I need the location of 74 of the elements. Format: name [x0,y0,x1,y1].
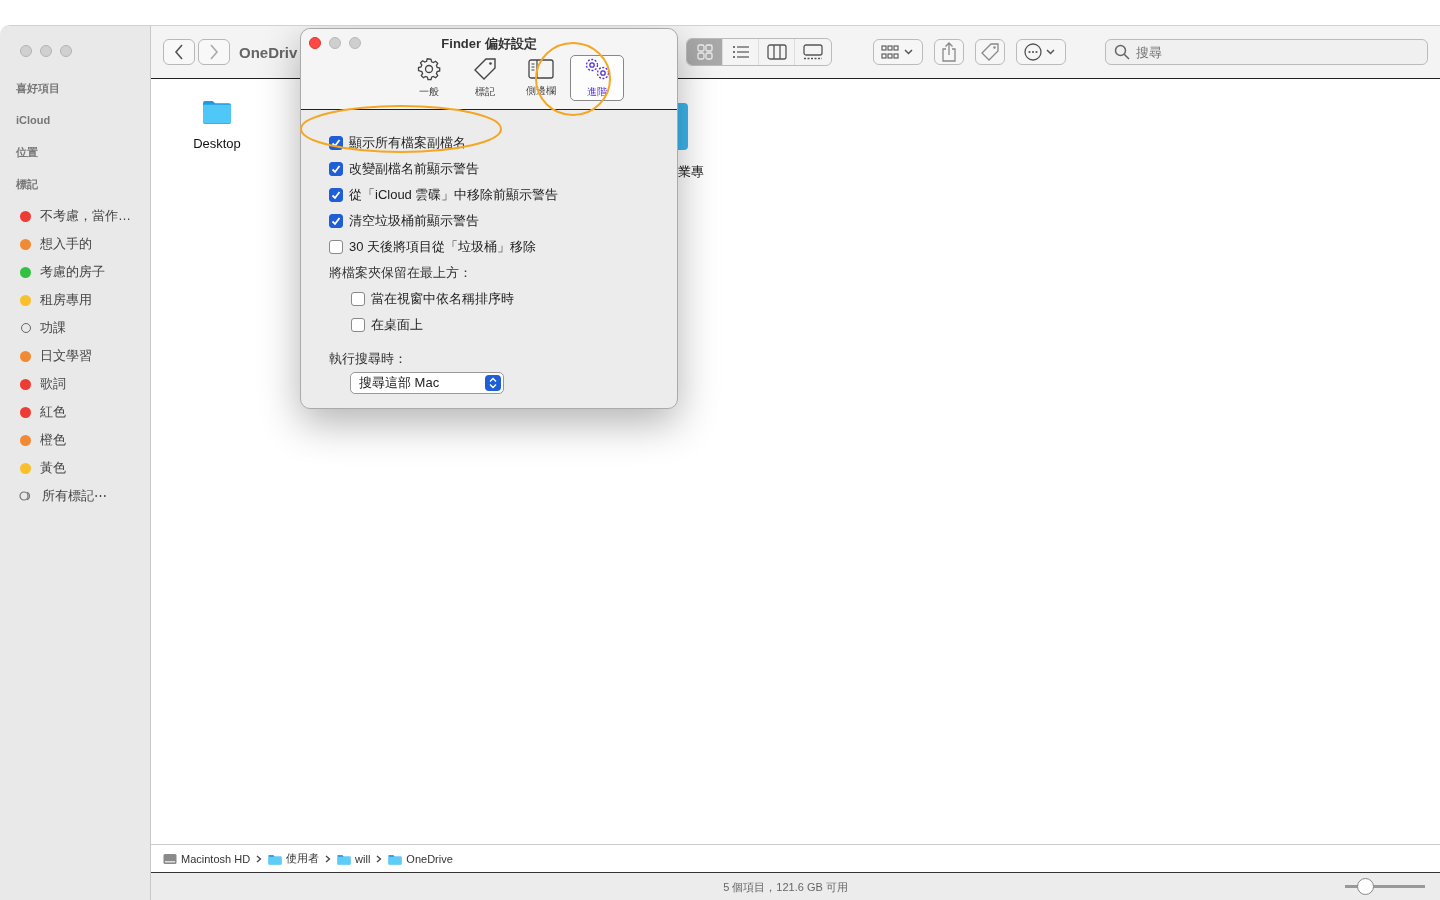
share-button[interactable] [934,39,965,65]
sidebar-heading: 位置 [16,145,39,160]
minimize-button[interactable] [329,37,341,49]
sidebar-item[interactable]: 租房專用 [16,286,150,314]
checkbox[interactable] [329,162,343,176]
chevron-icon [325,854,332,863]
option-label: 在桌面上 [371,316,423,334]
search-field[interactable]: 搜尋 [1105,39,1428,65]
gear-icon [417,57,441,81]
sidebar-item[interactable]: 所有標記⋯ [16,482,150,510]
preference-tab[interactable]: 進階 [570,55,624,101]
share-icon [941,42,958,62]
checkbox[interactable] [329,188,343,202]
checkbox[interactable] [329,240,343,254]
folder-icon [337,852,352,865]
sidebar-item[interactable]: 日文學習 [16,342,150,370]
path-item[interactable]: 使用者 [268,851,320,866]
path-item[interactable]: OneDrive [388,852,453,865]
sidebar-item[interactable]: 紅色 [16,398,150,426]
dialog-title: Finder 偏好設定 [441,35,537,53]
file-name[interactable]: 業專 [678,163,704,181]
sidebar-heading: 標記 [16,177,39,192]
folder-icon [268,852,283,865]
view-mode-button[interactable] [687,39,724,65]
path-item[interactable]: will [337,852,371,865]
grid-icon [696,44,713,60]
sidebar-item[interactable]: 想入手的 [16,230,150,258]
checkbox[interactable] [351,318,365,332]
chevron-left-icon [174,44,184,60]
preference-tab[interactable]: 一般 [402,55,456,101]
group-icon [881,44,916,60]
more-button[interactable] [1016,39,1067,65]
preference-tab[interactable]: 標記 [458,55,512,101]
checkbox[interactable] [351,292,365,306]
chevron-icon [376,854,383,863]
path-item[interactable]: Macintosh HD [163,852,251,865]
close-button[interactable] [309,37,321,49]
sidebar-icon [528,58,554,80]
list-icon [731,45,750,59]
option-label: 從「iCloud 雲碟」中移除前顯示警告 [349,186,559,204]
option-label: 清空垃圾桶前顯示警告 [349,212,479,230]
tag-icon [980,42,1001,62]
file-name[interactable]: Desktop [193,136,241,151]
section-label: 將檔案夾保留在最上方： [329,264,473,282]
option-label: 30 天後將項目從「垃圾桶」移除 [349,238,537,256]
zoom-button[interactable] [349,37,361,49]
folder-icon [388,852,403,865]
checkbox[interactable] [329,214,343,228]
sidebar-item[interactable]: 考慮的房子 [16,258,150,286]
sidebar-item[interactable]: 黃色 [16,454,150,482]
sidebar-item[interactable]: 橙色 [16,426,150,454]
sidebar-item[interactable]: 功課 [16,314,150,342]
search-icon [1114,44,1131,60]
chevron-icon [256,854,263,863]
sidebar-heading: 喜好項目 [16,81,61,96]
gallery-icon [803,44,824,60]
window-title: OneDriv [239,43,298,61]
sidebar-item[interactable]: 歌詞 [16,370,150,398]
section-label: 執行搜尋時： [329,350,408,368]
group-button[interactable] [873,39,924,65]
tag-icon [473,57,497,81]
option-label: 改變副檔名前顯示警告 [349,160,479,178]
tag-button[interactable] [975,39,1006,65]
option-label: 當在視窗中依名稱排序時 [371,290,514,308]
stepper-icon [485,375,501,391]
columns-icon [766,44,787,60]
status-text: 5 個項目，121.6 GB 可用 [723,879,848,895]
gears-icon [583,57,611,81]
back-button[interactable] [163,39,195,65]
sidebar-item[interactable]: 不考慮，當作… [16,202,150,230]
sidebar-heading: iCloud [16,113,52,128]
search-scope-popup[interactable]: 搜尋這部 Mac [350,372,504,394]
tags-icon [19,491,33,501]
chevron-right-icon [209,44,219,60]
